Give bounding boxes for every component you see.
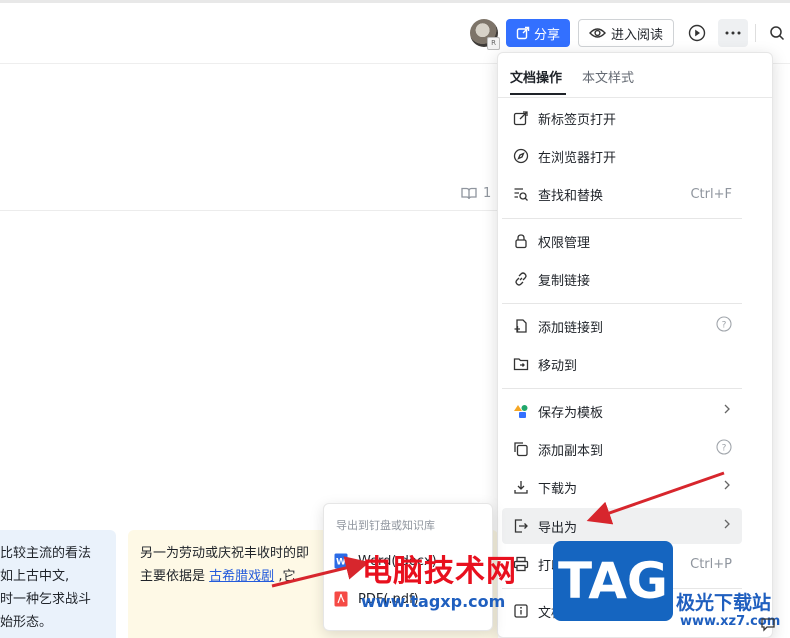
- comment-icon[interactable]: [760, 616, 776, 636]
- arrow-to-export: [586, 471, 725, 525]
- watermark-url: www.tagxp.com: [361, 592, 506, 611]
- watermark-text: 电脑技术网: [362, 554, 517, 589]
- watermark-site-name: 极光下载站: [676, 592, 772, 614]
- arrow-to-word: [271, 556, 370, 588]
- annotation-arrows: [271, 471, 725, 588]
- watermark-tag-logo: TAG: [553, 541, 673, 621]
